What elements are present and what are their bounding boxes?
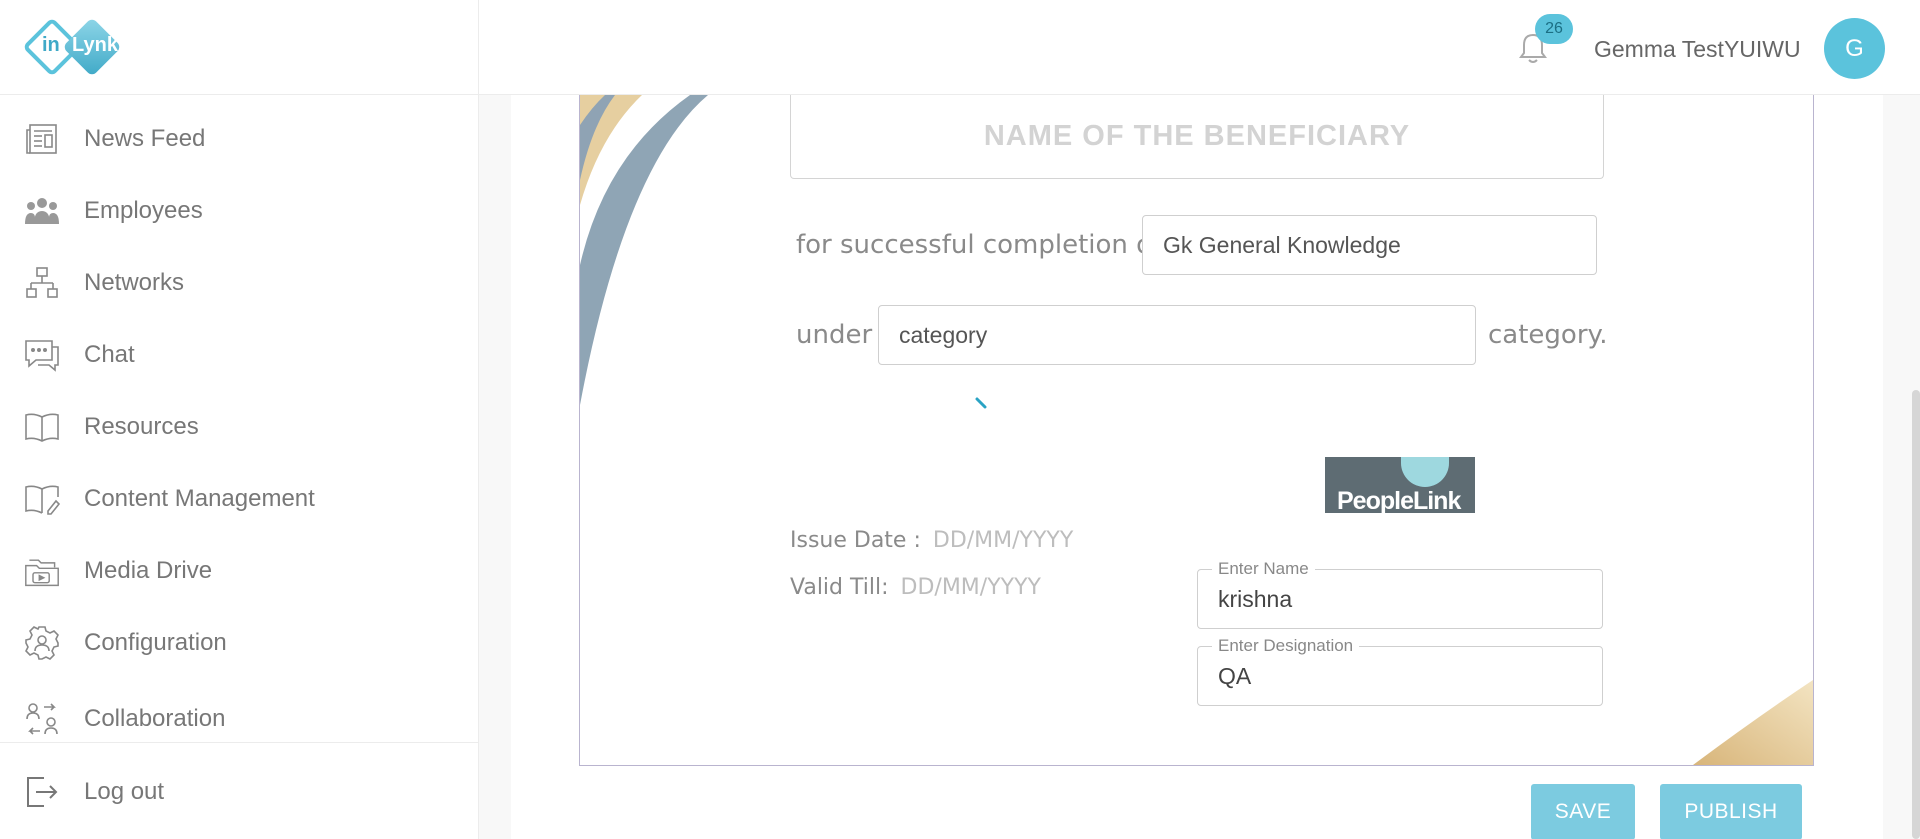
- sidebar-item-content-management[interactable]: Content Management: [0, 463, 478, 535]
- loading-spinner-icon: [975, 396, 987, 409]
- sidebar-item-label: Chat: [84, 341, 135, 368]
- name-field-value[interactable]: krishna: [1218, 586, 1292, 613]
- logout-icon: [24, 774, 60, 810]
- sponsor-logo-text: PeopleLink: [1337, 487, 1461, 513]
- logout-label: Log out: [84, 777, 165, 805]
- peoplelink-logo: PeopleLink: [1325, 457, 1475, 513]
- avatar[interactable]: G: [1824, 18, 1885, 79]
- sidebar-item-label: Configuration: [84, 629, 227, 656]
- name-field-label: Enter Name: [1212, 559, 1315, 579]
- sidebar: in Lynk News Feed Employees Networks Cha…: [0, 0, 479, 839]
- sidebar-item-collaboration[interactable]: Collaboration: [0, 679, 478, 739]
- edit-book-icon: [24, 481, 60, 517]
- valid-till-label: Valid Till:: [790, 575, 889, 600]
- book-icon: [24, 409, 60, 445]
- sidebar-nav: News Feed Employees Networks Chat Resour…: [0, 95, 478, 739]
- valid-till-input[interactable]: DD/MM/YYYY: [901, 575, 1041, 600]
- logo-text-in: in: [42, 34, 60, 56]
- category-suffix: category.: [1488, 320, 1608, 350]
- beneficiary-name-field[interactable]: NAME OF THE BENEFICIARY: [790, 95, 1604, 179]
- sidebar-item-label: Networks: [84, 269, 185, 296]
- save-button[interactable]: SAVE: [1531, 784, 1635, 839]
- network-icon: [24, 265, 60, 301]
- sidebar-item-news-feed[interactable]: News Feed: [0, 103, 478, 175]
- issue-date-label: Issue Date :: [790, 528, 921, 553]
- logo-area: in Lynk: [0, 0, 478, 95]
- completion-prefix: for successful completion of: [796, 230, 1162, 260]
- collaboration-icon: [24, 701, 60, 737]
- category-input[interactable]: category: [878, 305, 1476, 365]
- sidebar-item-resources[interactable]: Resources: [0, 391, 478, 463]
- newspaper-icon: [24, 121, 60, 157]
- logout-button[interactable]: Log out: [0, 743, 478, 839]
- designation-field[interactable]: Enter Designation QA: [1197, 636, 1603, 706]
- chat-icon: [24, 337, 60, 373]
- decorative-swoosh: [580, 95, 708, 405]
- gear-user-icon: [24, 625, 60, 661]
- scrollbar-thumb[interactable]: [1912, 390, 1920, 839]
- sidebar-item-networks[interactable]: Networks: [0, 247, 478, 319]
- sidebar-item-chat[interactable]: Chat: [0, 319, 478, 391]
- issue-date-input[interactable]: DD/MM/YYYY: [933, 528, 1073, 553]
- sidebar-item-label: Collaboration: [84, 705, 226, 732]
- sidebar-item-configuration[interactable]: Configuration: [0, 607, 478, 679]
- top-header: 26 Gemma TestYUIWU G: [479, 0, 1920, 95]
- decorative-corner: [1693, 680, 1813, 765]
- sidebar-item-employees[interactable]: Employees: [0, 175, 478, 247]
- notification-badge[interactable]: 26: [1535, 14, 1573, 44]
- course-input[interactable]: Gk General Knowledge: [1142, 215, 1597, 275]
- publish-button[interactable]: PUBLISH: [1660, 784, 1802, 839]
- sidebar-item-label: Content Management: [84, 485, 315, 512]
- sidebar-item-media-drive[interactable]: Media Drive: [0, 535, 478, 607]
- user-name[interactable]: Gemma TestYUIWU: [1594, 36, 1801, 63]
- name-field[interactable]: Enter Name krishna: [1197, 559, 1603, 629]
- logo-text-lynk: Lynk: [72, 34, 118, 56]
- sidebar-item-label: Resources: [84, 413, 199, 440]
- designation-field-value[interactable]: QA: [1218, 663, 1251, 690]
- issue-date-row: Issue Date : DD/MM/YYYY: [790, 528, 1073, 553]
- sidebar-item-label: Media Drive: [84, 557, 213, 584]
- people-icon: [24, 193, 60, 229]
- designation-field-label: Enter Designation: [1212, 636, 1360, 656]
- sidebar-item-label: Employees: [84, 197, 203, 224]
- sidebar-footer: Log out: [0, 742, 478, 839]
- sidebar-item-label: News Feed: [84, 125, 206, 152]
- valid-till-row: Valid Till: DD/MM/YYYY: [790, 575, 1041, 600]
- inlynk-logo[interactable]: in Lynk: [22, 17, 127, 77]
- folder-media-icon: [24, 553, 60, 589]
- under-label: under: [796, 320, 873, 350]
